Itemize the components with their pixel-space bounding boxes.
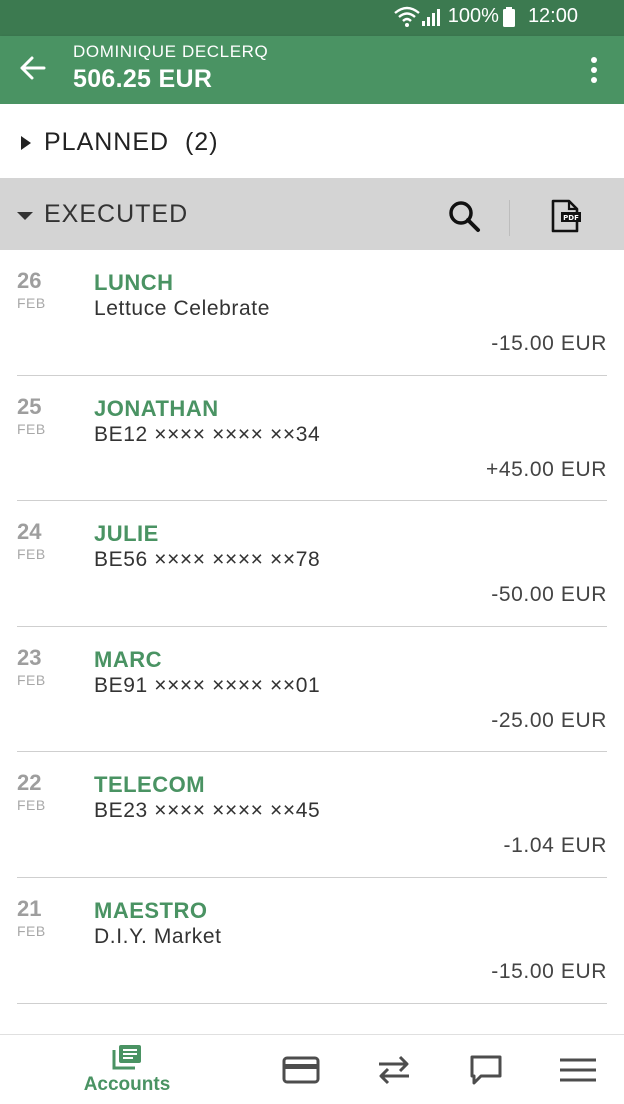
transaction-name: LUNCH [94, 270, 174, 295]
transaction-amount: -1.04 EUR [503, 834, 607, 858]
nav-accounts[interactable]: Accounts [74, 1035, 180, 1104]
transaction-row[interactable]: 24 FEB JULIE BE56 ×××× ×××× ××78 -50.00 … [0, 501, 624, 627]
transaction-name: JULIE [94, 521, 159, 547]
app-bar: DOMINIQUE DECLERQ 506.25 EUR [0, 36, 624, 104]
back-button[interactable] [14, 50, 50, 86]
transaction-day: 26 [17, 268, 42, 293]
transaction-description: BE12 ×××× ×××× ××34 [94, 422, 321, 446]
pdf-export-icon: PDF [551, 199, 581, 233]
transaction-day: 25 [17, 393, 42, 419]
transaction-day: 21 [17, 895, 42, 921]
pdf-export-button[interactable]: PDF [546, 196, 586, 236]
transaction-amount: -15.00 EUR [491, 959, 607, 983]
signal-icon [421, 8, 440, 26]
svg-text:PDF: PDF [563, 214, 579, 222]
row-divider [17, 1002, 607, 1004]
status-bar: 100% 12:00 [0, 0, 624, 36]
transaction-amount: -50.00 EUR [491, 583, 607, 607]
accounts-icon [112, 1045, 141, 1070]
transaction-month: FEB [17, 420, 46, 437]
transaction-row[interactable]: 23 FEB MARC BE91 ×××× ×××× ××01 -25.00 E… [0, 627, 624, 753]
nav-transfer[interactable] [369, 1035, 419, 1104]
planned-label: PLANNED (2) [44, 128, 219, 156]
card-icon [282, 1056, 320, 1084]
transaction-day: 22 [17, 770, 42, 796]
transfer-icon [379, 1055, 409, 1085]
more-vertical-icon [591, 57, 597, 83]
more-options-button[interactable] [584, 52, 604, 88]
transaction-list: 26 FEB LUNCH Lettuce Celebrate -15.00 EU… [0, 250, 624, 1004]
transaction-description: BE91 ×××× ×××× ××01 [94, 673, 321, 697]
transaction-month: FEB [17, 797, 46, 814]
transaction-description: BE23 ×××× ×××× ××45 [94, 799, 321, 823]
transaction-amount: +45.00 EUR [486, 457, 607, 481]
battery-icon [502, 6, 515, 27]
transaction-description: BE56 ×××× ×××× ××78 [94, 548, 321, 572]
messages-icon [470, 1055, 502, 1085]
battery-percent: 100% [447, 5, 499, 27]
transaction-month: FEB [17, 922, 46, 939]
account-holder-name: DOMINIQUE DECLERQ [73, 42, 269, 61]
transaction-name: TELECOM [94, 772, 206, 798]
wifi-icon [394, 6, 420, 27]
transaction-description: D.I.Y. Market [94, 924, 222, 948]
triangle-down-icon [17, 212, 33, 220]
transaction-amount: -15.00 EUR [491, 332, 607, 355]
bottom-navigation: Accounts [0, 1034, 624, 1104]
transaction-row[interactable]: 22 FEB TELECOM BE23 ×××× ×××× ××45 -1.04… [0, 752, 624, 878]
nav-menu[interactable] [553, 1035, 603, 1104]
transaction-month: FEB [17, 546, 46, 563]
transaction-name: MAESTRO [94, 897, 208, 923]
transaction-name: JONATHAN [94, 395, 219, 421]
search-button[interactable] [444, 196, 484, 236]
executed-section-toggle[interactable]: EXECUTED [0, 178, 624, 250]
transaction-row[interactable]: 21 FEB MAESTRO D.I.Y. Market -15.00 EUR [0, 878, 624, 1004]
planned-section-toggle[interactable]: PLANNED (2) [0, 104, 624, 178]
account-balance: 506.25 EUR [73, 65, 213, 93]
menu-icon [560, 1058, 596, 1082]
transaction-month: FEB [17, 671, 46, 688]
toolbar-divider [509, 200, 510, 236]
status-icons: 100% 12:00 [394, 5, 578, 28]
transaction-amount: -25.00 EUR [491, 708, 607, 732]
transaction-description: Lettuce Celebrate [94, 297, 270, 320]
transaction-name: MARC [94, 646, 162, 672]
search-icon [449, 201, 480, 232]
transaction-day: 23 [17, 644, 42, 670]
transaction-row[interactable]: 25 FEB JONATHAN BE12 ×××× ×××× ××34 +45.… [0, 376, 624, 502]
transaction-row[interactable]: 26 FEB LUNCH Lettuce Celebrate -15.00 EU… [0, 250, 624, 376]
transaction-month: FEB [17, 295, 46, 311]
nav-cards[interactable] [276, 1035, 326, 1104]
status-time: 12:00 [527, 5, 578, 27]
arrow-left-icon [20, 56, 46, 80]
nav-messages[interactable] [461, 1035, 511, 1104]
transaction-day: 24 [17, 519, 42, 545]
triangle-right-icon [21, 136, 31, 150]
nav-accounts-label: Accounts [83, 1074, 171, 1095]
executed-label: EXECUTED [44, 200, 189, 228]
